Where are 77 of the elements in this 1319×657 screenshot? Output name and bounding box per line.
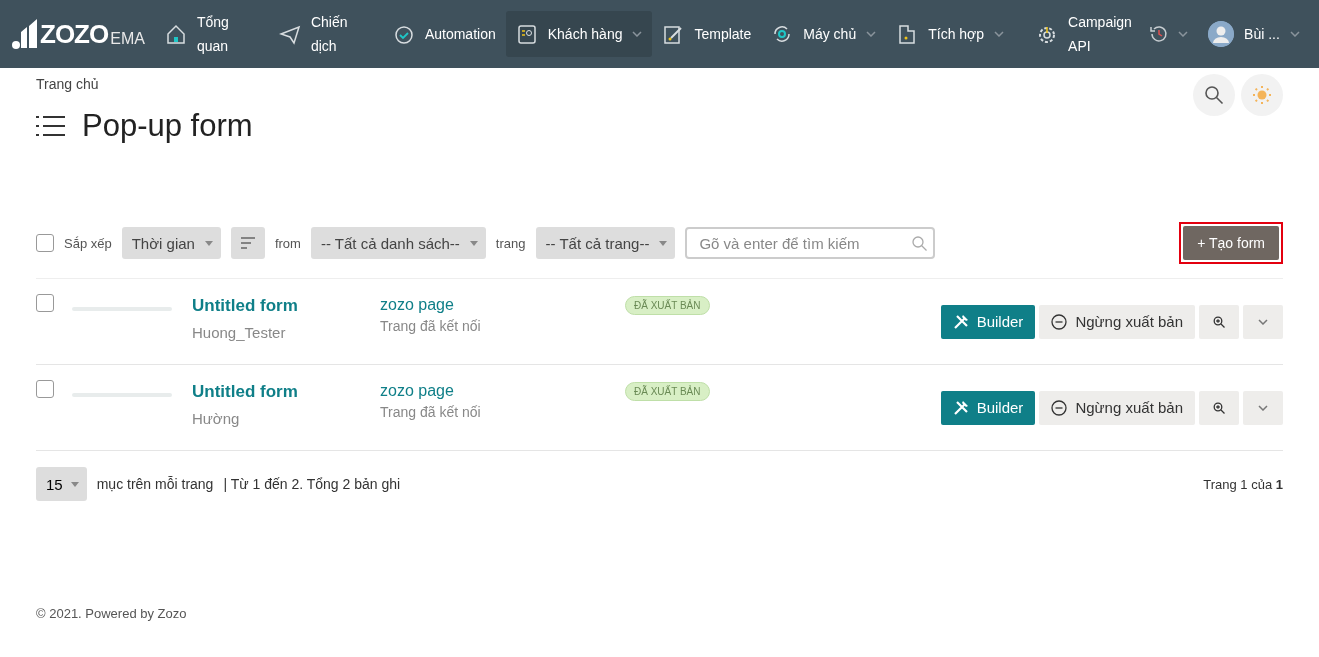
minus-circle-icon: [1051, 313, 1068, 330]
list-icon: [36, 114, 66, 138]
form-title-link[interactable]: Untitled form: [192, 296, 380, 316]
select-all-checkbox[interactable]: [36, 234, 54, 252]
page-name-link[interactable]: zozo page: [380, 296, 625, 314]
chevron-down-icon: [1178, 31, 1189, 37]
nav-item[interactable]: Máy chủ: [761, 11, 887, 57]
search-field[interactable]: Gõ và enter để tìm kiếm: [685, 227, 936, 259]
user-name[interactable]: Bùi ...: [1244, 26, 1280, 42]
minus-circle-icon: [1051, 399, 1068, 416]
form-author: Hường: [192, 410, 241, 427]
breadcrumb-link[interactable]: Trang chủ: [36, 76, 99, 92]
page-label: trang: [495, 235, 526, 251]
form-title-link[interactable]: Untitled form: [192, 382, 380, 402]
row-checkbox[interactable]: [36, 294, 54, 312]
page-status: Trang đã kết nối: [380, 318, 482, 334]
sort-lines-icon: [239, 237, 256, 249]
page-title: Pop-up form: [82, 108, 253, 144]
zoom-in-icon: [1213, 401, 1225, 414]
caret-down-icon: [70, 481, 79, 487]
search-icon: [1204, 85, 1224, 105]
list-dropdown[interactable]: -- Tất cả danh sách--: [310, 227, 486, 259]
preview-button[interactable]: [1199, 390, 1239, 425]
row-checkbox[interactable]: [36, 380, 54, 398]
search-button[interactable]: [1193, 74, 1235, 116]
paper-plane-icon: [278, 23, 301, 45]
sort-order-button[interactable]: [230, 227, 265, 259]
logo-suffix: EMA: [110, 30, 145, 48]
sort-dropdown[interactable]: Thời gian: [121, 227, 221, 259]
nav-item[interactable]: Campaign API: [1026, 11, 1141, 57]
caret-down-icon: [204, 240, 213, 246]
sort-label: Sắp xếp: [64, 235, 112, 251]
chevron-down-icon: [866, 31, 877, 37]
home-icon: [164, 23, 187, 45]
page-info: Trang 1 của 1: [1203, 476, 1283, 492]
nav-item[interactable]: Tích hợp: [886, 11, 1015, 57]
nav-item[interactable]: Khách hàng: [505, 11, 653, 57]
per-page-label: mục trên mỗi trang: [96, 476, 214, 492]
page-status: Trang đã kết nối: [380, 404, 482, 420]
nav-item[interactable]: Chiến dịch: [268, 11, 383, 57]
contact-card-icon: [515, 23, 538, 45]
page-name-link[interactable]: zozo page: [380, 382, 625, 400]
copyright-text: © 2021. Powered by Zozo: [36, 606, 188, 621]
caret-down-icon: [659, 240, 668, 246]
logo-icon: [12, 18, 38, 50]
avatar-icon[interactable]: [1208, 21, 1235, 47]
builder-button[interactable]: Builder: [940, 304, 1036, 339]
page-dropdown[interactable]: -- Tất cả trang--: [535, 227, 676, 259]
record-summary: | Từ 1 đến 2. Tổng 2 bản ghi: [223, 476, 401, 492]
per-page-dropdown[interactable]: 15: [36, 467, 87, 501]
nav-item[interactable]: Automation: [382, 11, 506, 57]
form-author: Huong_Tester: [192, 324, 287, 341]
from-label: from: [274, 235, 301, 251]
chevron-down-icon: [632, 31, 643, 37]
tools-icon: [952, 313, 969, 330]
logo-text: ZOZO: [40, 19, 109, 50]
zoom-in-icon: [1213, 315, 1225, 328]
status-badge: ĐÃ XUẤT BẢN: [625, 382, 710, 401]
nav-item[interactable]: Tổng quan: [154, 11, 269, 57]
status-badge: ĐÃ XUẤT BẢN: [625, 296, 710, 315]
chevron-down-icon: [1289, 31, 1300, 37]
builder-button[interactable]: Builder: [940, 390, 1036, 425]
search-icon: [912, 236, 928, 251]
unpublish-button[interactable]: Ngừng xuất bản: [1039, 390, 1195, 425]
create-form-button[interactable]: + Tạo form: [1183, 226, 1279, 260]
sun-icon: [1252, 85, 1272, 105]
theme-toggle-button[interactable]: [1241, 74, 1283, 116]
tools-icon: [952, 399, 969, 416]
pencil-note-icon: [662, 23, 685, 45]
alarm-clock-icon: [392, 23, 415, 45]
nav-item[interactable]: Template: [652, 11, 762, 57]
chevron-down-icon: [1258, 318, 1268, 325]
chevron-down-icon: [1258, 404, 1268, 411]
chevron-down-icon: [994, 31, 1005, 37]
caret-down-icon: [469, 240, 478, 246]
unpublish-button[interactable]: Ngừng xuất bản: [1039, 304, 1195, 339]
preview-button[interactable]: [1199, 304, 1239, 339]
